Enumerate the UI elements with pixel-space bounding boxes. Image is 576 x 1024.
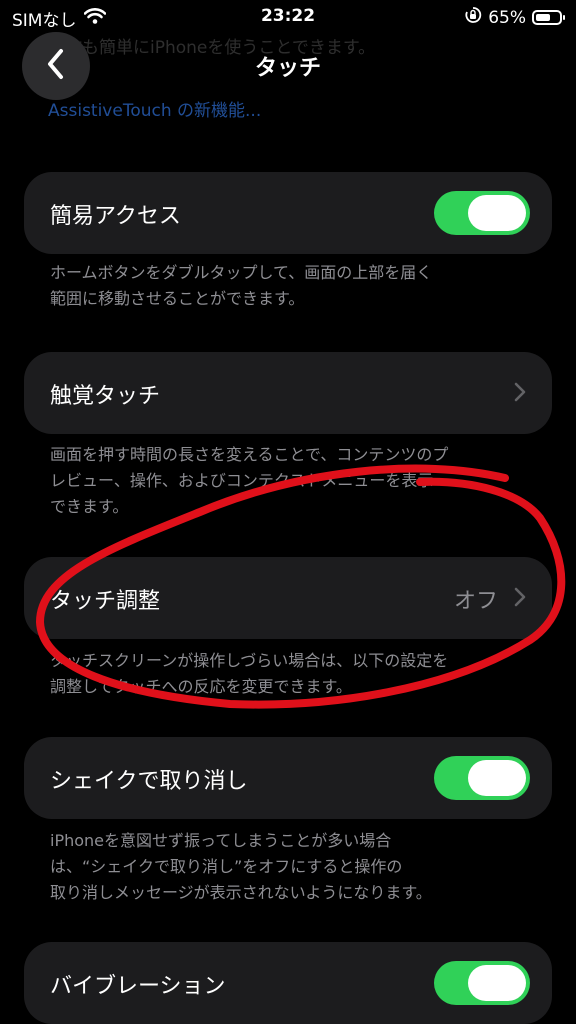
chevron-right-icon (514, 587, 526, 611)
battery-percent: 65% (488, 7, 526, 28)
footer-line: タッチスクリーンが操作しづらい場合は、以下の設定を (50, 651, 449, 670)
haptic-touch-row[interactable]: 触覚タッチ (24, 352, 552, 434)
shake-to-undo-toggle[interactable] (434, 756, 530, 800)
footer-line: 範囲に移動させることができます。 (50, 289, 305, 308)
chevron-right-icon (514, 382, 526, 406)
reachability-row: 簡易アクセス (24, 172, 552, 254)
footer-line: レビュー、操作、およびコンテクストメニューを表示 (50, 471, 434, 490)
footer-line: 調整してタッチへの反応を変更できます。 (50, 677, 352, 696)
touch-accommodations-value: オフ (453, 589, 498, 614)
vibration-row: バイブレーション (24, 942, 552, 1024)
footer-line: 取り消しメッセージが表示されないようになります。 (50, 883, 432, 902)
footer-line: できます。 (50, 497, 129, 516)
shake-to-undo-row: シェイクで取り消し (24, 737, 552, 819)
status-right: 65% (464, 6, 565, 29)
vibration-label: バイブレーション (50, 974, 226, 999)
vibration-toggle[interactable] (434, 961, 530, 1005)
orientation-lock-icon (464, 6, 482, 29)
assistivetouch-link[interactable]: AssistiveTouch の新機能... (48, 96, 261, 121)
touch-accommodations-row[interactable]: タッチ調整 オフ (24, 557, 552, 639)
shake-to-undo-footer: iPhoneを意図せず振ってしまうことが多い場合 は、“シェイクで取り消し”をオ… (50, 828, 530, 906)
battery-fill (536, 14, 551, 21)
haptic-touch-label: 触覚タッチ (50, 384, 161, 409)
footer-line: 画面を押す時間の長さを変えることで、コンテンツのプ (50, 445, 449, 464)
toggle-knob (468, 965, 526, 1001)
haptic-touch-footer: 画面を押す時間の長さを変えることで、コンテンツのプ レビュー、操作、およびコンテ… (50, 442, 530, 520)
toggle-knob (468, 760, 526, 796)
reachability-footer: ホームボタンをダブルタップして、画面の上部を届く 範囲に移動させることができます… (50, 260, 530, 312)
status-bar: SIMなし 23:22 65% (0, 0, 576, 34)
battery-icon (532, 10, 565, 25)
touch-accommodations-label: タッチ調整 (50, 589, 161, 614)
reachability-toggle[interactable] (434, 191, 530, 235)
shake-to-undo-label: シェイクで取り消し (50, 769, 248, 794)
reachability-label: 簡易アクセス (50, 204, 181, 229)
footer-line: は、“シェイクで取り消し”をオフにすると操作の (50, 857, 403, 876)
toggle-knob (468, 195, 526, 231)
page-title: タッチ (254, 56, 321, 81)
footer-line: ホームボタンをダブルタップして、画面の上部を届く (50, 263, 433, 282)
footer-line: iPhoneを意図せず振ってしまうことが多い場合 (50, 831, 392, 850)
touch-accommodations-footer: タッチスクリーンが操作しづらい場合は、以下の設定を 調整してタッチへの反応を変更… (50, 648, 530, 700)
